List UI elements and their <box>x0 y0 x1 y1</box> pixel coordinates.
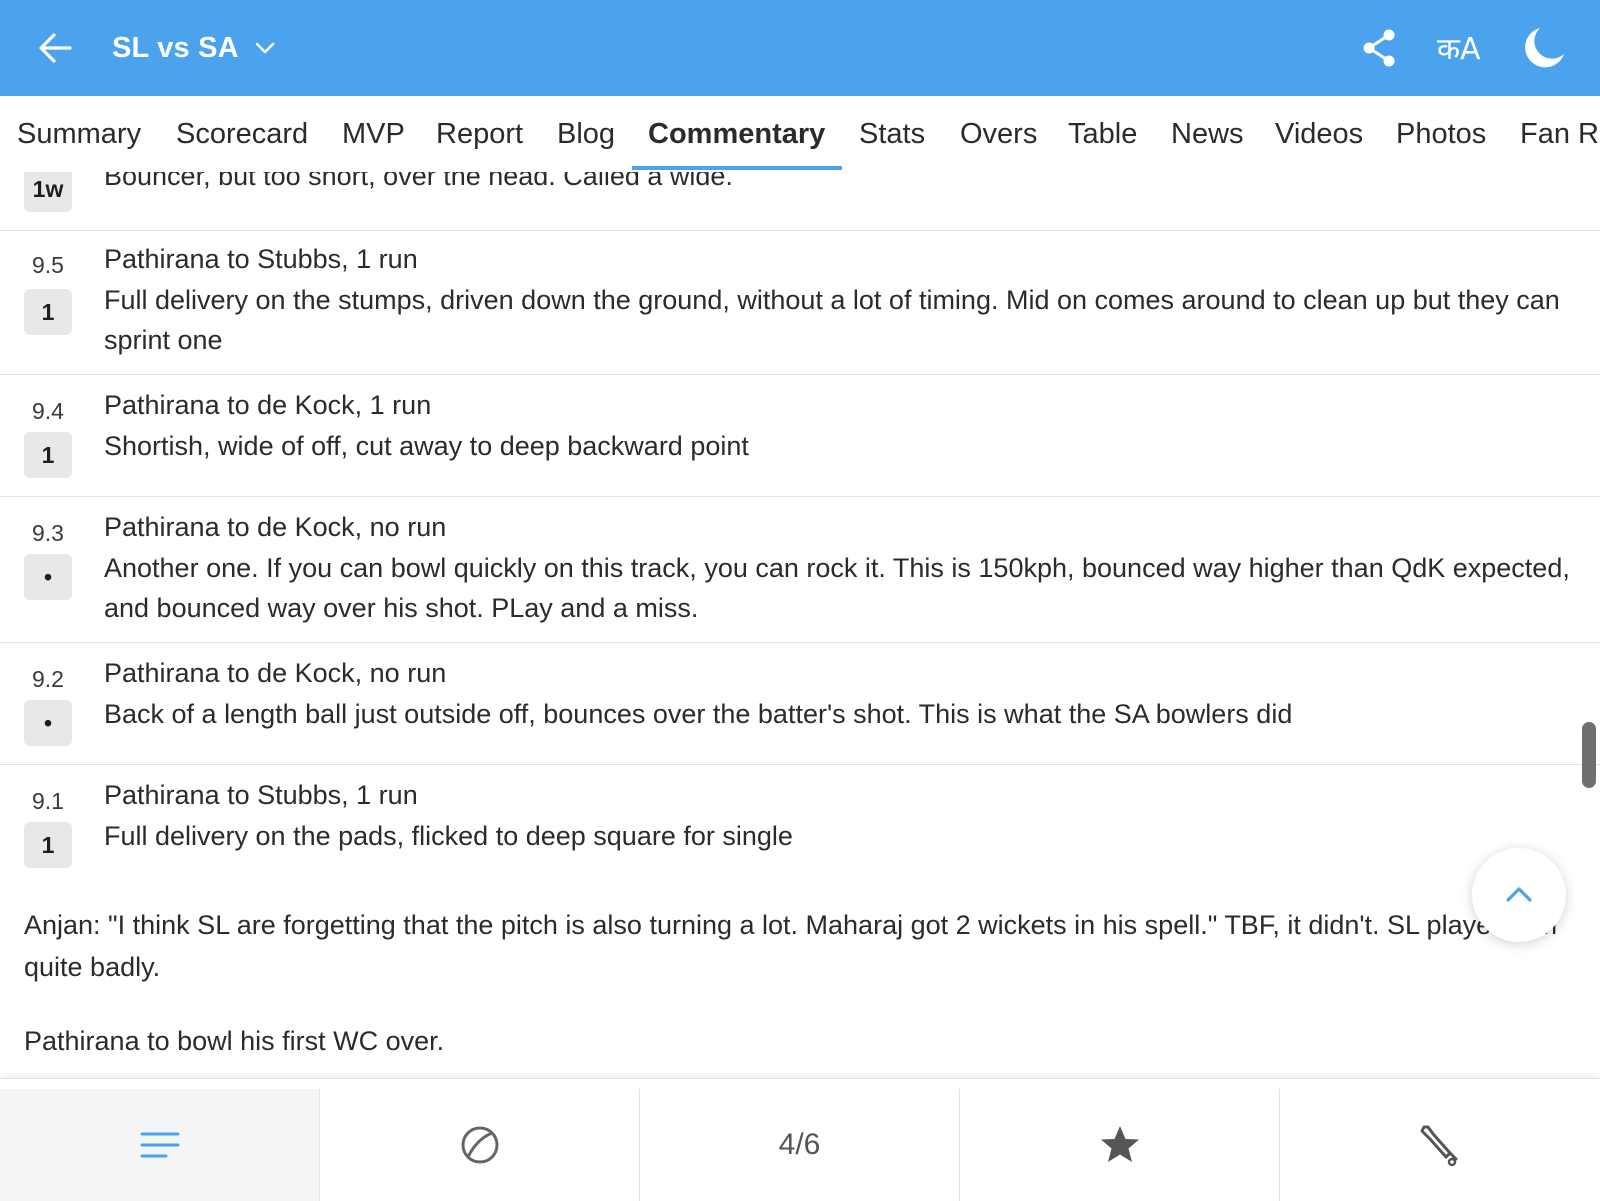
back-button[interactable] <box>36 28 76 68</box>
moon-icon <box>1525 28 1564 68</box>
commentary-item: 9.2 • Pathirana to de Kock, no run Back … <box>0 644 1600 765</box>
bottom-navigation: 4/6 <box>0 1078 1600 1201</box>
commentary-note: Anjan: "I think SL are forgetting that t… <box>24 910 1558 982</box>
tab-fan-ratings[interactable]: Fan Ra <box>1520 96 1600 172</box>
share-button[interactable] <box>1356 24 1404 72</box>
ball-description: Full delivery on the pads, flicked to de… <box>104 821 793 851</box>
scrollbar-thumb[interactable] <box>1582 722 1596 788</box>
svg-text:कA: कA <box>1437 32 1481 67</box>
ball-description: Full delivery on the stumps, driven down… <box>104 285 1560 355</box>
match-selector[interactable]: SL vs SA <box>112 28 277 68</box>
tab-report[interactable]: Report <box>436 96 523 172</box>
cricket-bat-icon <box>1420 1125 1457 1167</box>
ball-headline: Pathirana to de Kock, no run <box>104 512 447 542</box>
menu-lines-icon <box>140 1132 179 1158</box>
ball-headline: Pathirana to Stubbs, 1 run <box>104 244 418 274</box>
ball-description: Another one. If you can bowl quickly on … <box>104 553 1570 623</box>
match-title: SL vs SA <box>112 31 239 64</box>
tab-summary[interactable]: Summary <box>17 96 141 172</box>
ball-result-badge: 1 <box>24 289 72 335</box>
match-tabs: Summary Scorecard MVP Report Blog Commen… <box>0 96 1600 172</box>
ball-headline: Pathirana to Stubbs, 1 run <box>104 780 418 810</box>
ball-description: Bouncer, but too short, over the head. C… <box>104 172 733 191</box>
commentary-note: Pathirana to bowl his first WC over. <box>24 1026 445 1056</box>
commentary-item: 9.1 1 Pathirana to Stubbs, 1 run Full de… <box>0 766 1600 886</box>
ball-headline: Pathirana to de Kock, 1 run <box>104 390 432 420</box>
ball-description: Back of a length ball just outside off, … <box>104 699 1293 729</box>
scroll-to-top-button[interactable] <box>1472 848 1566 942</box>
bottom-nav-batting[interactable] <box>1280 1089 1599 1201</box>
chevron-up-icon <box>1506 887 1532 902</box>
tab-overs[interactable]: Overs <box>960 96 1037 172</box>
language-icon: कA <box>1437 32 1481 67</box>
ball-headline: Pathirana to de Kock, no run <box>104 658 447 688</box>
active-tab-indicator <box>632 166 842 170</box>
ball-result-badge: 1 <box>24 432 72 478</box>
tab-stats[interactable]: Stats <box>859 96 925 172</box>
tab-table[interactable]: Table <box>1068 96 1137 172</box>
tab-commentary[interactable]: Commentary <box>648 96 825 172</box>
tab-videos[interactable]: Videos <box>1275 96 1363 172</box>
over-number: 9.2 <box>32 666 64 692</box>
boundaries-label: 4/6 <box>778 1128 821 1161</box>
bottom-nav-ball[interactable] <box>320 1089 640 1201</box>
arrow-left-icon <box>39 33 72 63</box>
chevron-down-icon <box>255 42 275 54</box>
tab-blog[interactable]: Blog <box>557 96 615 172</box>
commentary-item: Bouncer, but too short, over the head. C… <box>0 172 1600 231</box>
tab-scorecard[interactable]: Scorecard <box>176 96 308 172</box>
ball-icon <box>461 1126 498 1164</box>
over-number: 9.3 <box>32 520 64 546</box>
share-icon <box>1363 29 1395 67</box>
over-number: 9.5 <box>32 252 64 278</box>
commentary-item: 9.3 • Pathirana to de Kock, no run Anoth… <box>0 498 1600 643</box>
ball-result-badge: • <box>24 700 72 746</box>
over-number: 9.4 <box>32 398 64 424</box>
ball-result-badge: 1 <box>24 822 72 868</box>
bottom-nav-commentary[interactable] <box>0 1089 320 1201</box>
dark-mode-button[interactable] <box>1520 24 1568 72</box>
ball-result-badge: 1w <box>24 172 72 212</box>
language-button[interactable]: कA <box>1436 24 1484 72</box>
tab-mvp[interactable]: MVP <box>342 96 405 172</box>
tab-news[interactable]: News <box>1171 96 1244 172</box>
bottom-nav-highlights[interactable] <box>960 1089 1280 1201</box>
ball-result-badge: • <box>24 554 72 600</box>
ball-description: Shortish, wide of off, cut away to deep … <box>104 431 749 461</box>
commentary-item: 9.4 1 Pathirana to de Kock, 1 run Shorti… <box>0 376 1600 497</box>
bottom-nav-boundaries[interactable]: 4/6 <box>640 1089 960 1201</box>
commentary-item: 9.5 1 Pathirana to Stubbs, 1 run Full de… <box>0 230 1600 375</box>
star-icon <box>1100 1126 1139 1162</box>
commentary-feed: Bouncer, but too short, over the head. C… <box>0 172 1600 1078</box>
over-number: 9.1 <box>32 788 64 814</box>
app-header: SL vs SA कA <box>0 0 1600 96</box>
tab-photos[interactable]: Photos <box>1396 96 1486 172</box>
